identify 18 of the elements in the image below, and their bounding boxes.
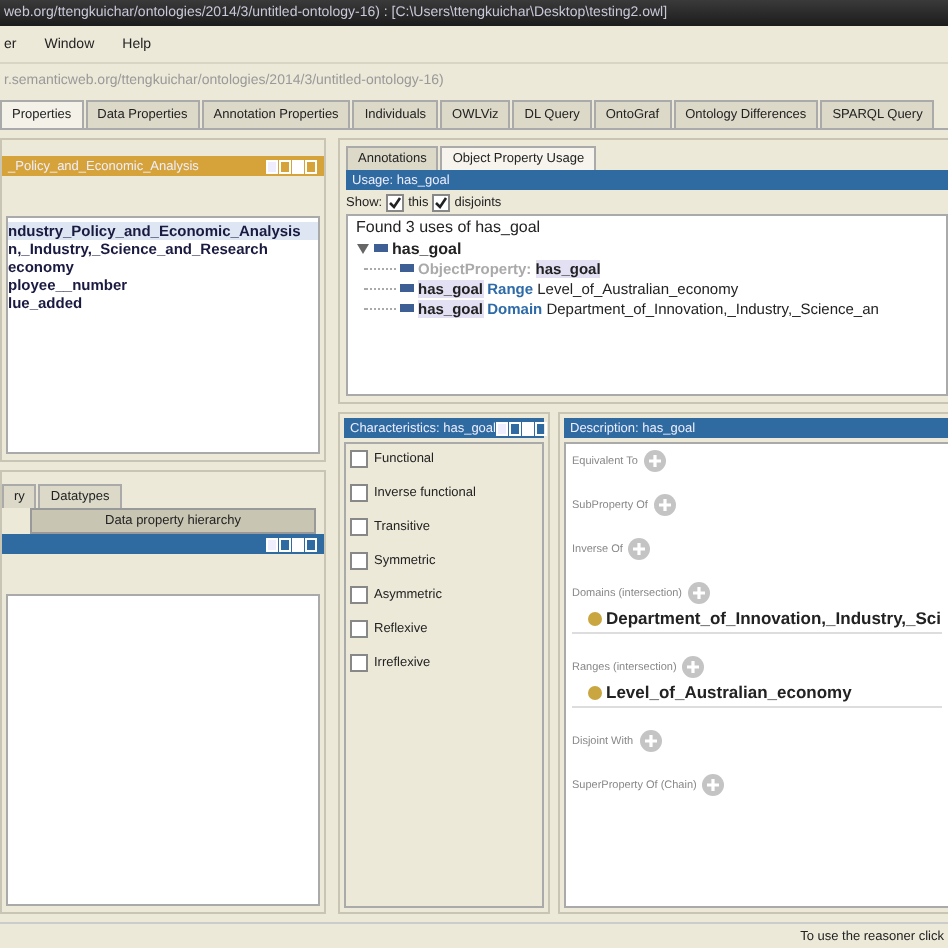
checkbox[interactable] (350, 654, 368, 672)
class-entry[interactable]: Department_of_Innovation,_Industry,_Sci (606, 608, 942, 628)
checkbox[interactable] (386, 193, 405, 211)
expanded-arrow-icon[interactable] (356, 241, 370, 255)
checkbox[interactable] (350, 450, 368, 468)
checkbox[interactable] (350, 484, 368, 502)
usage-summary: Found 3 uses of has_goal (356, 218, 543, 238)
checkbox[interactable] (350, 620, 368, 638)
panel-controls-icon[interactable] (495, 421, 548, 435)
checkbox[interactable] (350, 552, 368, 570)
checkbox[interactable] (350, 586, 368, 604)
checkbox[interactable] (432, 193, 451, 211)
tree-item[interactable]: has_goal (392, 239, 462, 257)
checkbox[interactable] (350, 518, 368, 536)
class-entry[interactable]: Level_of_Australian_economy (606, 682, 852, 702)
class-icon (588, 611, 602, 625)
panel-controls-icon[interactable] (266, 537, 318, 551)
class-icon (588, 685, 602, 699)
